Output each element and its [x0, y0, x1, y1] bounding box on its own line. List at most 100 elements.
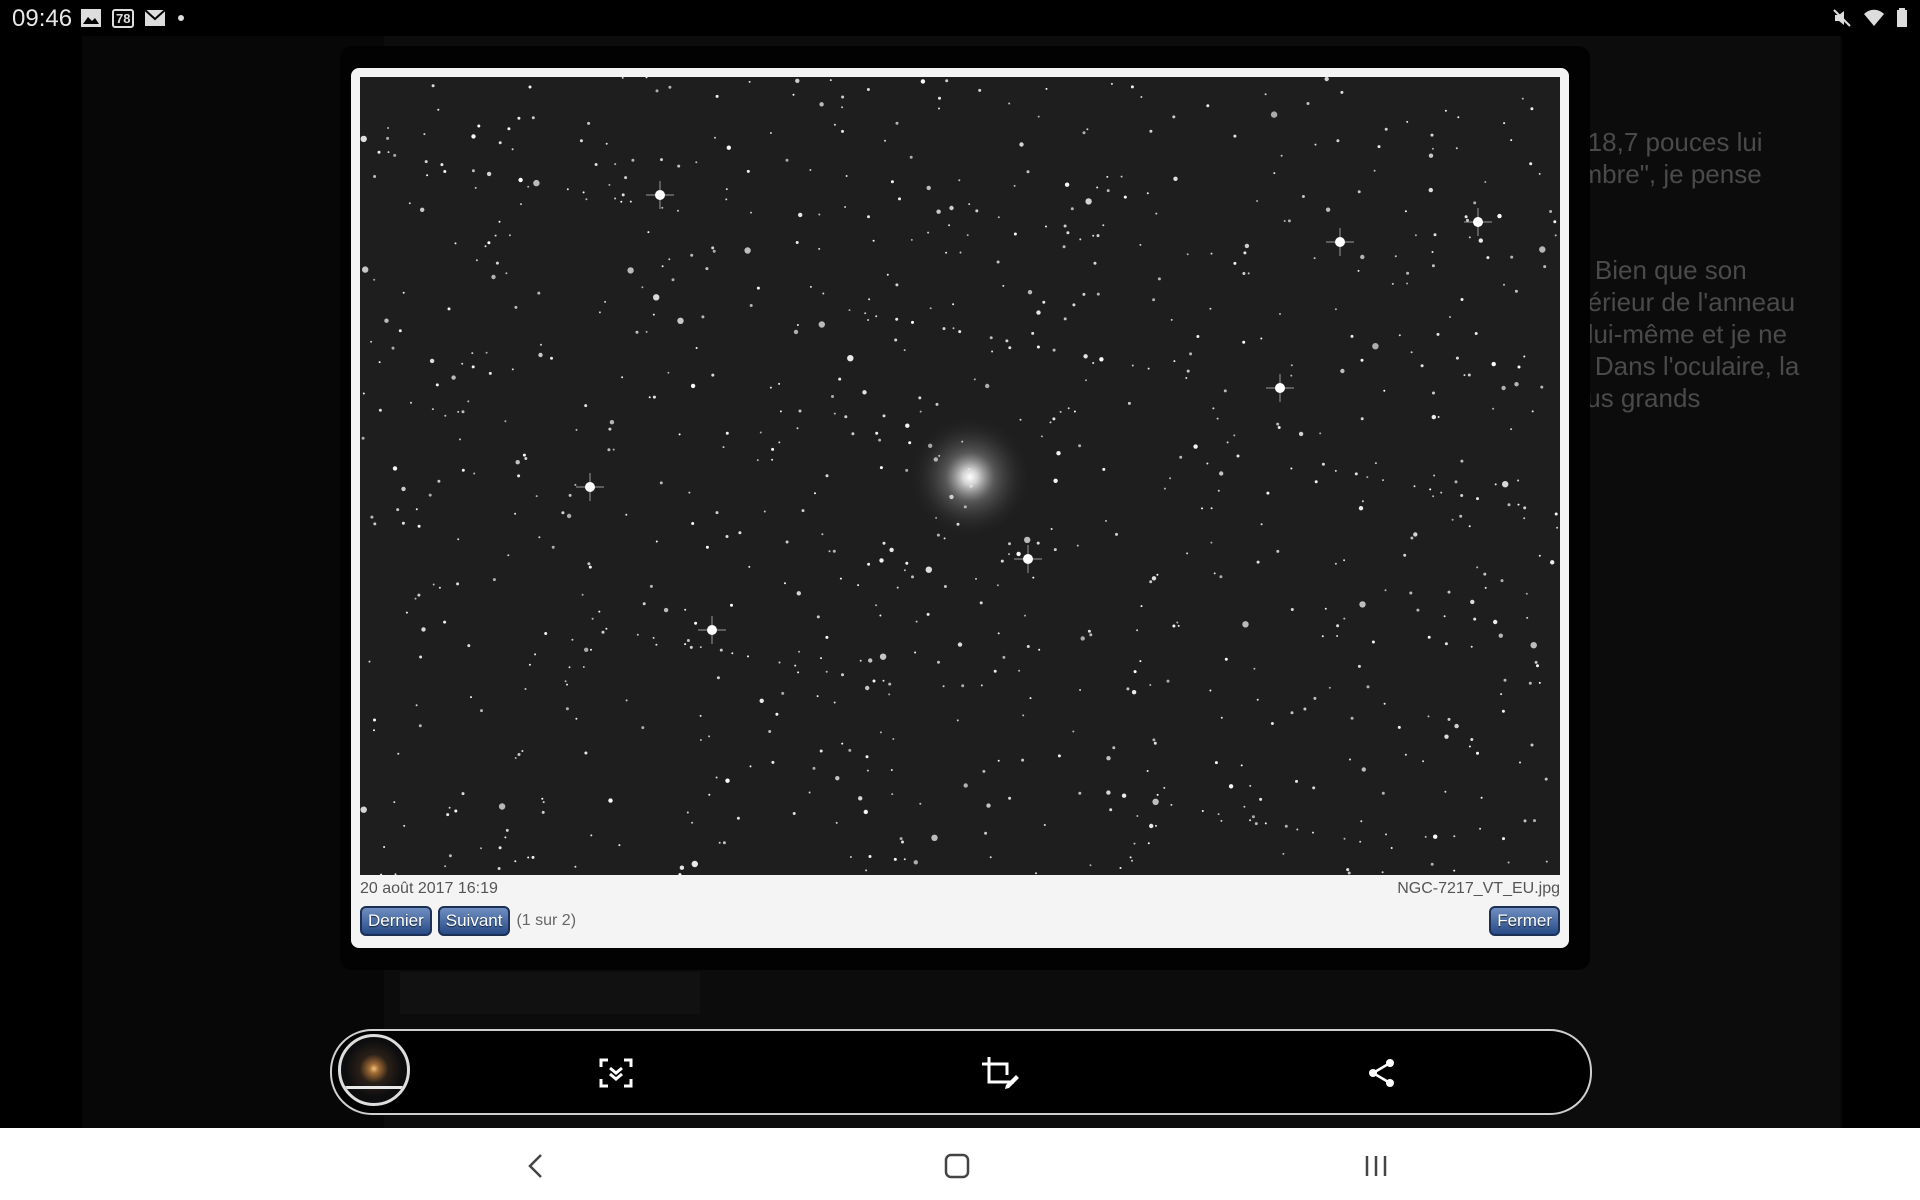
- star: [705, 545, 709, 549]
- star: [605, 627, 608, 630]
- crop-edit-icon[interactable]: [980, 1053, 1020, 1093]
- star: [931, 834, 938, 841]
- star: [1361, 767, 1366, 772]
- star: [456, 582, 460, 586]
- star: [997, 632, 1000, 635]
- star: [1359, 840, 1362, 843]
- star: [684, 608, 687, 611]
- next-button[interactable]: Suivant: [437, 906, 511, 936]
- star: [691, 821, 694, 824]
- star: [768, 730, 772, 733]
- star: [575, 428, 578, 431]
- star: [1149, 684, 1152, 686]
- star: [1139, 243, 1142, 246]
- thumbnail-button[interactable]: [338, 1034, 410, 1106]
- star: [1500, 579, 1504, 583]
- star: [778, 441, 781, 444]
- star: [1131, 859, 1133, 862]
- star: [1031, 331, 1035, 335]
- star: [835, 776, 840, 781]
- star: [1096, 292, 1100, 296]
- star: [1163, 786, 1166, 789]
- star: [1468, 525, 1471, 528]
- star: [844, 415, 848, 419]
- star: [845, 175, 848, 177]
- back-icon[interactable]: [516, 1146, 556, 1186]
- star: [1336, 635, 1339, 637]
- star: [1243, 251, 1247, 255]
- star: [461, 792, 465, 796]
- star: [1089, 633, 1093, 637]
- star: [1287, 219, 1291, 223]
- star: [937, 660, 940, 664]
- star: [711, 373, 715, 377]
- star: [901, 840, 904, 844]
- star: [1270, 111, 1278, 118]
- star: [759, 431, 762, 434]
- star: [879, 653, 887, 660]
- star: [1290, 467, 1293, 470]
- star: [1059, 410, 1062, 413]
- star: [1501, 385, 1506, 391]
- star: [431, 84, 435, 88]
- star: [771, 458, 774, 461]
- lightbox-image[interactable]: [360, 77, 1560, 875]
- share-icon[interactable]: [1362, 1053, 1402, 1093]
- star: [746, 169, 750, 173]
- star: [1290, 711, 1294, 715]
- scan-icon[interactable]: [596, 1053, 636, 1093]
- star: [1186, 369, 1190, 373]
- star: [1256, 698, 1259, 701]
- star: [875, 315, 878, 318]
- star: [1478, 238, 1484, 243]
- star: [1155, 212, 1158, 215]
- star: [1256, 560, 1260, 564]
- star: [1121, 793, 1127, 798]
- star: [948, 224, 951, 227]
- recents-icon[interactable]: [1356, 1146, 1396, 1186]
- star: [1021, 758, 1025, 762]
- star: [785, 158, 789, 162]
- star: [438, 586, 441, 589]
- star: [1451, 518, 1454, 521]
- star: [1428, 153, 1434, 158]
- star: [1166, 679, 1170, 683]
- star: [1500, 693, 1503, 696]
- star: [798, 650, 801, 653]
- star: [1349, 758, 1351, 761]
- star: [524, 688, 527, 690]
- close-button[interactable]: Fermer: [1489, 906, 1560, 936]
- star: [604, 300, 607, 303]
- star: [903, 569, 906, 572]
- star: [641, 726, 645, 730]
- star: [722, 446, 725, 449]
- star: [699, 714, 702, 717]
- star: [1463, 374, 1466, 377]
- previous-button[interactable]: Dernier: [360, 906, 432, 936]
- star: [437, 479, 441, 483]
- star: [1414, 234, 1417, 237]
- star: [1152, 298, 1156, 302]
- star: [1404, 210, 1407, 213]
- star: [809, 285, 812, 288]
- star: [893, 857, 897, 861]
- star: [1467, 373, 1471, 377]
- star: [362, 266, 369, 273]
- star: [1002, 284, 1005, 287]
- star: [511, 148, 514, 151]
- star: [919, 802, 922, 805]
- action-bar: [330, 1029, 1592, 1115]
- star: [636, 633, 639, 636]
- star: [1283, 220, 1286, 222]
- star: [849, 856, 852, 858]
- star: [1067, 407, 1070, 410]
- star: [655, 540, 658, 543]
- star: [1092, 362, 1095, 364]
- star: [725, 198, 728, 201]
- star: [1151, 576, 1157, 581]
- star: [801, 509, 805, 513]
- star: [360, 135, 367, 143]
- star: [1514, 289, 1518, 293]
- star: [1539, 246, 1546, 253]
- home-icon[interactable]: [937, 1146, 977, 1186]
